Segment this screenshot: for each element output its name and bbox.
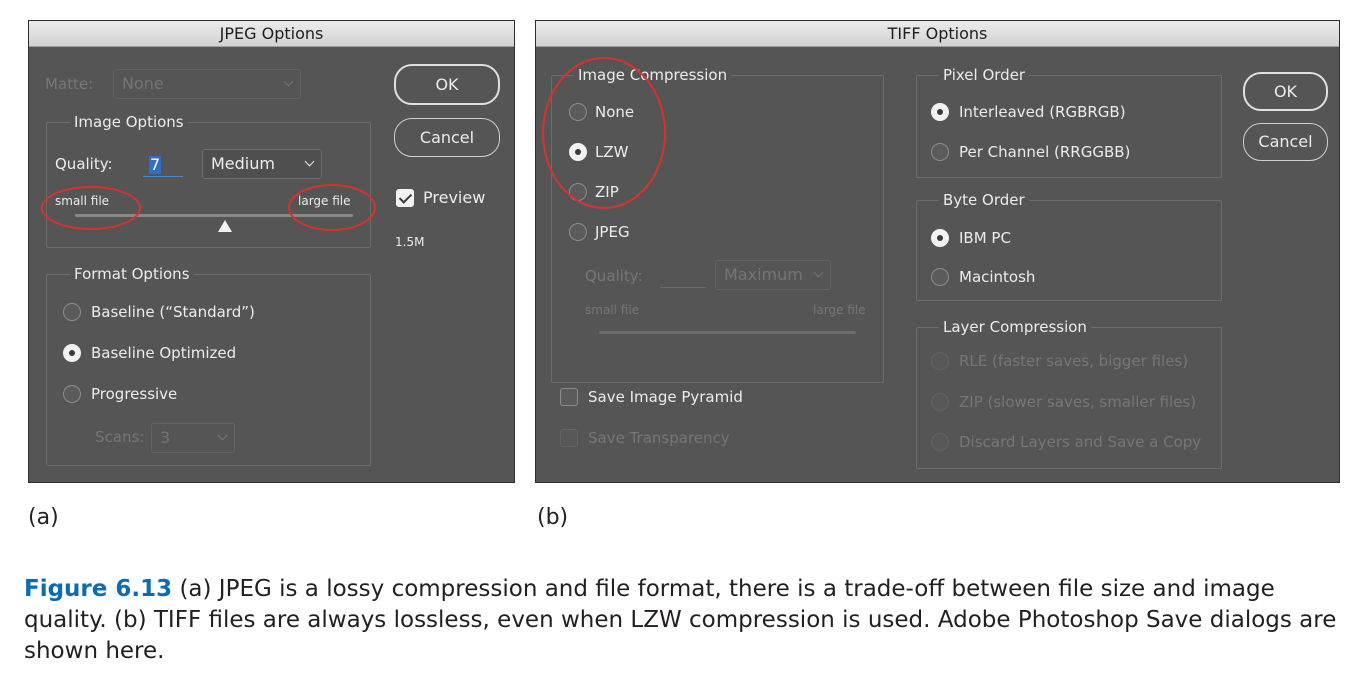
preview-checkbox[interactable] [396,189,414,207]
tiff-large-file-label: large file [813,303,866,317]
subfigure-label-b: (b) [537,505,569,530]
macintosh-label: Macintosh [959,268,1036,286]
image-options-group: Image Options Quality: 7 Medium small fi… [46,113,371,248]
compression-lzw-label: LZW [595,143,629,161]
tiff-dialog-title: TIFF Options [536,21,1339,47]
tiff-quality-preset-value: Maximum [724,265,803,284]
save-transparency-label: Save Transparency [588,429,730,447]
per-channel-radio[interactable] [931,143,949,161]
matte-label: Matte: [45,75,94,93]
progressive-radio[interactable] [63,385,81,403]
baseline-standard-radio[interactable] [63,303,81,321]
scans-label: Scans: [95,428,145,446]
compression-zip-label: ZIP [595,183,619,201]
pixel-order-group: Pixel Order Interleaved (RGBRGB) Per Cha… [916,66,1222,178]
byte-order-label: Byte Order [939,191,1029,209]
matte-value: None [122,74,164,93]
save-image-pyramid-checkbox[interactable] [560,388,578,406]
quality-slider-thumb[interactable] [218,220,233,232]
macintosh-radio[interactable] [931,268,949,286]
save-image-pyramid-label: Save Image Pyramid [588,388,743,406]
jpeg-ok-button[interactable]: OK [394,64,500,105]
image-compression-label: Image Compression [574,66,732,84]
layer-zip-label: ZIP (slower saves, smaller files) [959,393,1197,411]
save-transparency-checkbox[interactable] [560,429,578,447]
discard-layers-label: Discard Layers and Save a Copy [959,433,1202,451]
tiff-quality-preset-select[interactable]: Maximum [715,260,831,290]
compression-jpeg-label: JPEG [595,223,630,241]
progressive-label: Progressive [91,385,178,403]
baseline-optimized-radio[interactable] [63,344,81,362]
preview-label: Preview [423,188,486,207]
baseline-standard-label: Baseline (“Standard”) [91,303,255,321]
chevron-down-icon [813,267,824,278]
quality-value: 7 [149,155,162,174]
quality-preset-select[interactable]: Medium [202,149,322,179]
file-size-readout: 1.5M [395,235,425,249]
ibm-pc-label: IBM PC [959,229,1011,247]
figure-number: Figure 6.13 [24,576,173,602]
per-channel-label: Per Channel (RRGGBB) [959,143,1131,161]
figure-caption: Figure 6.13 (a) JPEG is a lossy compress… [24,574,1354,667]
rle-radio[interactable] [931,352,949,370]
chevron-down-icon [217,430,228,441]
ibm-pc-radio[interactable] [931,229,949,247]
large-file-label: large file [298,194,351,208]
layer-compression-label: Layer Compression [939,318,1091,336]
rle-label: RLE (faster saves, bigger files) [959,352,1189,370]
discard-layers-radio[interactable] [931,433,949,451]
interleaved-label: Interleaved (RGBRGB) [959,103,1126,121]
layer-zip-radio[interactable] [931,393,949,411]
jpeg-cancel-button[interactable]: Cancel [394,118,500,157]
tiff-quality-slider-track[interactable] [599,331,856,334]
small-file-label: small file [55,194,110,208]
tiff-quality-label: Quality: [585,267,643,285]
baseline-optimized-label: Baseline Optimized [91,344,237,362]
compression-none-radio[interactable] [569,103,587,121]
compression-none-label: None [595,103,635,121]
quality-label: Quality: [55,155,113,173]
image-options-label: Image Options [70,113,188,131]
tiff-ok-button[interactable]: OK [1243,72,1328,111]
quality-input[interactable]: 7 [143,153,183,177]
format-options-label: Format Options [70,265,194,283]
compression-jpeg-radio[interactable] [569,223,587,241]
format-options-group: Format Options Baseline (“Standard”) Bas… [46,265,371,466]
subfigure-label-a: (a) [28,505,59,530]
quality-slider-track[interactable] [75,214,353,217]
tiff-quality-input[interactable] [660,264,706,288]
tiff-options-dialog: TIFF Options Image Compression None LZW … [535,20,1340,483]
chevron-down-icon [283,76,294,87]
caption-text: (a) JPEG is a lossy compression and file… [24,576,1337,664]
jpeg-options-dialog: JPEG Options Matte: None OK Cancel Previ… [28,20,515,483]
tiff-cancel-button[interactable]: Cancel [1243,123,1328,161]
interleaved-radio[interactable] [931,103,949,121]
tiff-small-file-label: small file [585,303,640,317]
matte-select[interactable]: None [113,69,301,99]
compression-lzw-radio[interactable] [569,143,587,161]
byte-order-group: Byte Order IBM PC Macintosh [916,191,1222,301]
quality-preset-value: Medium [211,154,275,173]
layer-compression-group: Layer Compression RLE (faster saves, big… [916,318,1222,469]
jpeg-dialog-title: JPEG Options [29,21,514,47]
image-compression-group: Image Compression None LZW ZIP JPEG Qual… [551,66,884,383]
scans-select[interactable]: 3 [151,423,235,453]
chevron-down-icon [304,156,315,167]
scans-value: 3 [160,428,171,447]
pixel-order-label: Pixel Order [939,66,1030,84]
compression-zip-radio[interactable] [569,183,587,201]
